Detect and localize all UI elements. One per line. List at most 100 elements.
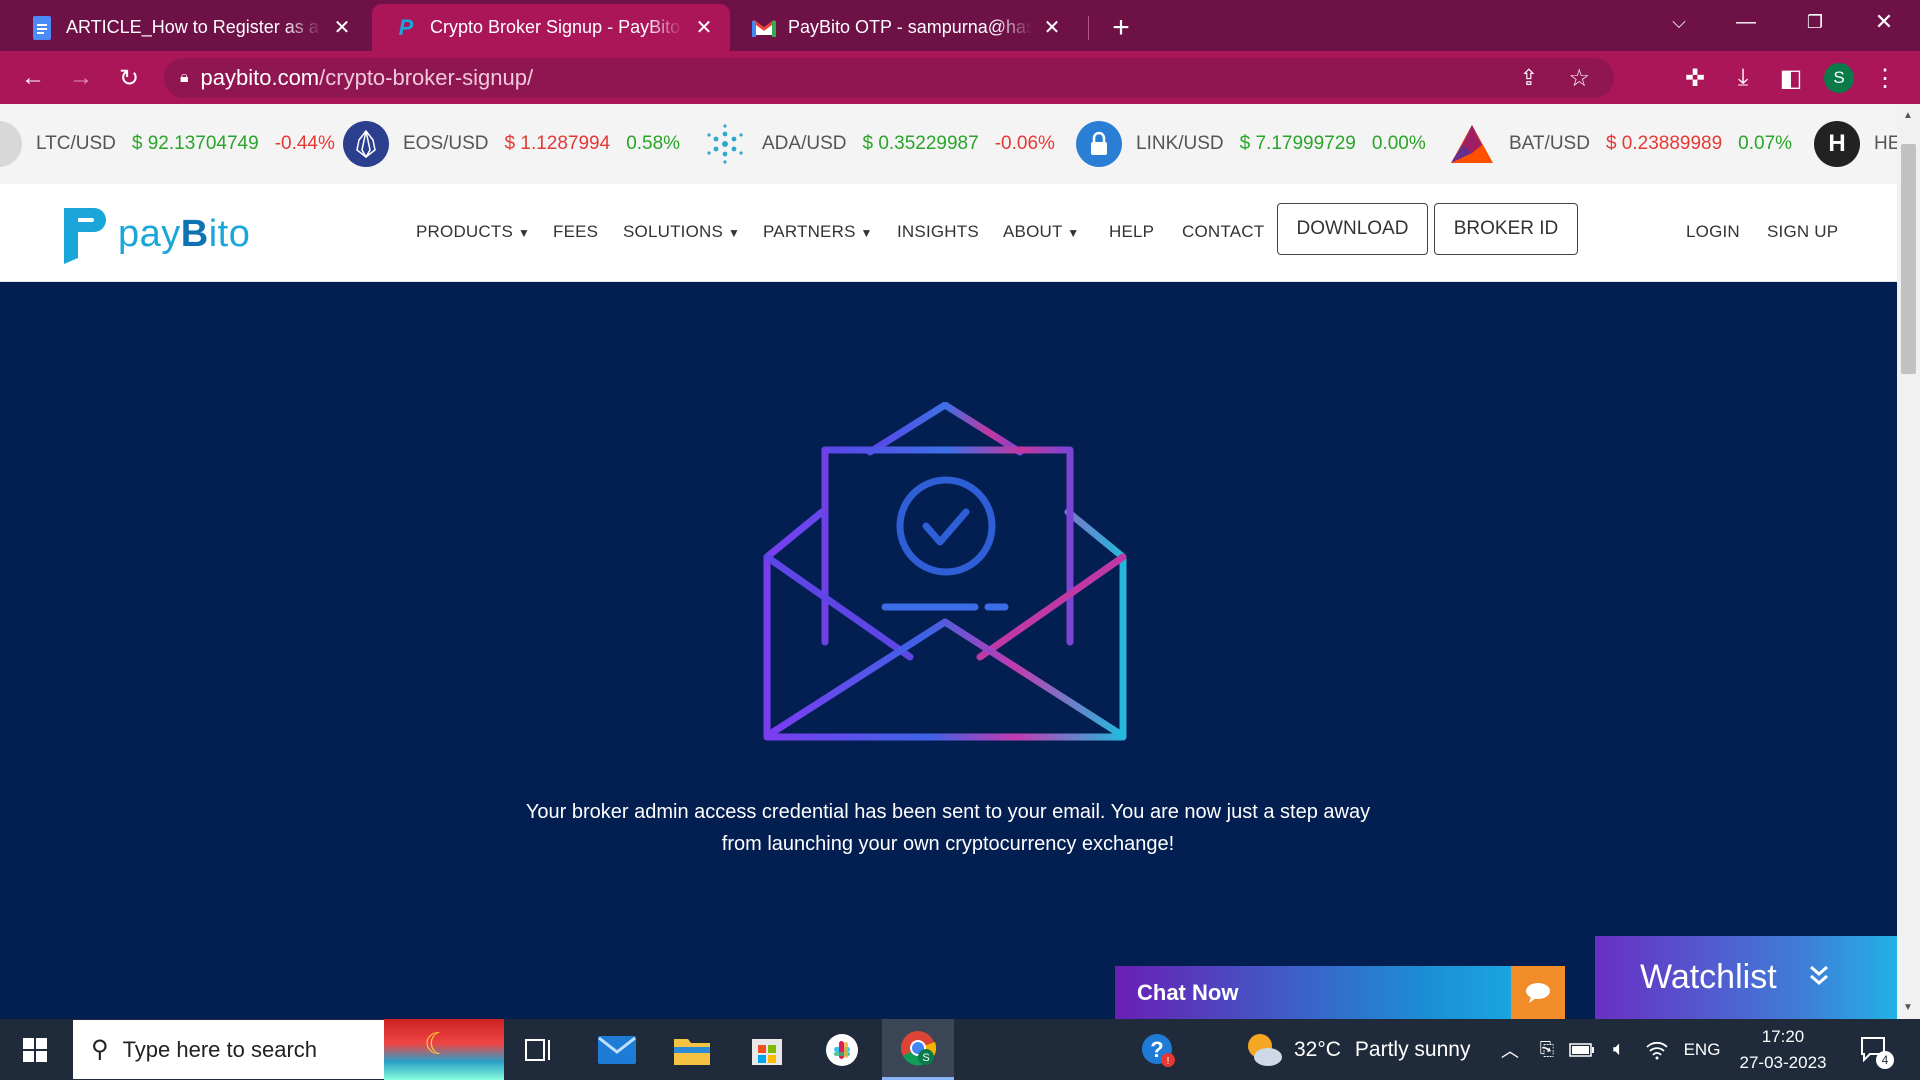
ticker-item-ltc[interactable]: LTC/USD $ 92.13704749 -0.44%	[0, 104, 335, 184]
search-highlight-image[interactable]: ☾	[384, 1019, 504, 1080]
ticker-symbol: LTC/USD	[36, 133, 116, 154]
tab-title: ARTICLE_How to Register as a Br	[66, 17, 322, 37]
weather-temp: 32°C	[1294, 1037, 1341, 1061]
ticker-change: 0.00%	[1371, 133, 1426, 154]
svg-text:S: S	[922, 1052, 929, 1064]
caret-down-icon: ▼	[727, 226, 741, 240]
share-icon[interactable]: ⇪	[1520, 65, 1538, 91]
download-button[interactable]: DOWNLOAD	[1277, 203, 1428, 255]
nav-label: SOLUTIONS	[623, 222, 724, 241]
tab-search-icon[interactable]: ⌵	[1646, 0, 1712, 44]
address-bar[interactable]: 🔒︎ paybito.com/crypto-broker-signup/ ⇪ ☆	[164, 58, 1614, 98]
notifications-icon[interactable]: 4	[1850, 1019, 1900, 1080]
tab-gmail-otp[interactable]: PayBito OTP - sampurna@hashca ✕	[730, 4, 1078, 51]
windows-start-icon[interactable]	[0, 1019, 70, 1080]
ticker-item-eos[interactable]: EOS/USD $ 1.1287994 0.58%	[343, 104, 680, 184]
tab-title: PayBito OTP - sampurna@hashca	[788, 17, 1032, 37]
partly-sunny-icon	[1248, 1033, 1282, 1066]
message-line-1: Your broker admin access credential has …	[525, 801, 1371, 823]
minimize-button[interactable]: —	[1713, 0, 1779, 44]
message-line-2: from launching your own cryptocurrency e…	[721, 833, 1175, 855]
url-path: /crypto-broker-signup/	[319, 65, 534, 90]
back-icon[interactable]: ←	[14, 59, 52, 97]
scrollbar-thumb[interactable]	[1901, 144, 1916, 374]
chevron-up-icon[interactable]: ︿	[1497, 1019, 1523, 1080]
weather-widget[interactable]: 32°C Partly sunny	[1244, 1019, 1474, 1080]
caret-down-icon: ▼	[860, 226, 873, 240]
page-scrollbar[interactable]: ▲ ▼	[1897, 104, 1920, 1019]
bat-triangle-icon	[1449, 121, 1495, 167]
tab-divider	[1088, 16, 1089, 40]
battery-icon[interactable]	[1567, 1019, 1597, 1080]
clock[interactable]: 17:20 27-03-2023	[1727, 1019, 1839, 1080]
tab-article[interactable]: ARTICLE_How to Register as a Br ✕	[8, 4, 368, 51]
close-icon[interactable]: ✕	[1040, 15, 1064, 40]
profile-avatar[interactable]: S	[1820, 59, 1858, 97]
task-view-icon[interactable]	[514, 1019, 564, 1080]
menu-kebab-icon[interactable]: ⋮	[1866, 59, 1904, 97]
lock-icon	[1076, 121, 1122, 167]
bookmark-star-icon[interactable]: ☆	[1568, 64, 1590, 93]
paybito-logo[interactable]: payBito	[60, 204, 250, 264]
nav-solutions[interactable]: SOLUTIONS ▼	[623, 222, 740, 242]
litecoin-icon	[0, 121, 22, 167]
double-chevron-down-icon	[1807, 958, 1831, 997]
google-docs-icon	[30, 15, 54, 40]
help-icon[interactable]: ?!	[1133, 1019, 1183, 1080]
reload-icon[interactable]: ↻	[110, 59, 148, 97]
volume-icon[interactable]: 🔈︎	[1604, 1019, 1634, 1080]
close-icon[interactable]: ✕	[692, 15, 716, 40]
nav-partners[interactable]: PARTNERS ▼	[763, 222, 873, 242]
restore-button[interactable]: ❐	[1782, 0, 1848, 44]
meet-now-icon[interactable]: ⎘	[1533, 1019, 1561, 1080]
microsoft-store-icon[interactable]	[740, 1019, 794, 1080]
tab-title: Crypto Broker Signup - PayBito	[430, 17, 681, 37]
language-indicator[interactable]: ENG	[1680, 1019, 1724, 1080]
windows-taskbar: ⚲ Type here to search ☾ S ?! 32°C Partly…	[0, 1019, 1920, 1080]
close-icon[interactable]: ✕	[330, 15, 354, 40]
nav-label: PRODUCTS	[416, 222, 513, 241]
nav-insights[interactable]: INSIGHTS	[897, 222, 979, 242]
taskbar-search-box[interactable]: ⚲ Type here to search	[73, 1020, 385, 1079]
nav-label: ABOUT	[1003, 222, 1063, 241]
ticker-change: 0.07%	[1738, 133, 1793, 154]
ticker-change: -0.44%	[274, 133, 335, 154]
chrome-taskbar-icon[interactable]: S	[882, 1019, 954, 1080]
ticker-symbol: HE	[1874, 133, 1897, 154]
hedera-icon: H	[1814, 121, 1860, 167]
ticker-item-hedera[interactable]: H HE	[1814, 104, 1897, 184]
tab-crypto-broker-signup[interactable]: P Crypto Broker Signup - PayBito ✕	[372, 4, 730, 51]
login-link[interactable]: LOGIN	[1686, 222, 1740, 242]
watchlist-widget[interactable]: Watchlist	[1595, 936, 1897, 1019]
paybito-logo-icon	[64, 208, 106, 264]
window-close-button[interactable]: ✕	[1851, 0, 1917, 44]
download-icon[interactable]: ⤓	[1724, 59, 1762, 97]
nav-fees[interactable]: FEES	[553, 222, 598, 242]
slack-icon[interactable]	[815, 1019, 869, 1080]
side-panel-icon[interactable]: ◧	[1772, 59, 1810, 97]
caret-down-icon: ▼	[517, 226, 531, 240]
confirmation-message: Your broker admin access credential has …	[448, 796, 1448, 860]
ticker-item-link[interactable]: LINK/USD $ 7.17999729 0.00%	[1076, 104, 1426, 184]
file-explorer-icon[interactable]	[665, 1019, 719, 1080]
new-tab-button[interactable]: +	[1096, 4, 1146, 51]
wifi-icon[interactable]	[1642, 1019, 1672, 1080]
ticker-item-ada[interactable]: ADA/USD $ 0.35229987 -0.06%	[702, 104, 1055, 184]
ticker-item-bat[interactable]: BAT/USD $ 0.23889989 0.07%	[1449, 104, 1792, 184]
site-header: payBito PRODUCTS ▼ FEES SOLUTIONS ▼ PART…	[0, 184, 1897, 282]
nav-help[interactable]: HELP	[1109, 222, 1154, 242]
forward-icon[interactable]: →	[62, 59, 100, 97]
mail-app-icon[interactable]	[590, 1019, 644, 1080]
confirmation-section: Your broker admin access credential has …	[0, 282, 1897, 1019]
lock-icon: 🔒︎	[180, 69, 189, 86]
nav-about[interactable]: ABOUT ▼	[1003, 222, 1079, 242]
nav-products[interactable]: PRODUCTS ▼	[416, 222, 530, 242]
chat-now-widget[interactable]: Chat Now	[1115, 966, 1565, 1019]
nav-contact[interactable]: CONTACT	[1182, 222, 1264, 242]
eos-icon	[343, 121, 389, 167]
signup-link[interactable]: SIGN UP	[1767, 222, 1838, 242]
scroll-down-arrow[interactable]: ▼	[1903, 1002, 1913, 1013]
broker-id-button[interactable]: BROKER ID	[1434, 203, 1578, 255]
scroll-up-arrow[interactable]: ▲	[1903, 110, 1913, 121]
extensions-icon[interactable]: ✜	[1676, 59, 1714, 97]
